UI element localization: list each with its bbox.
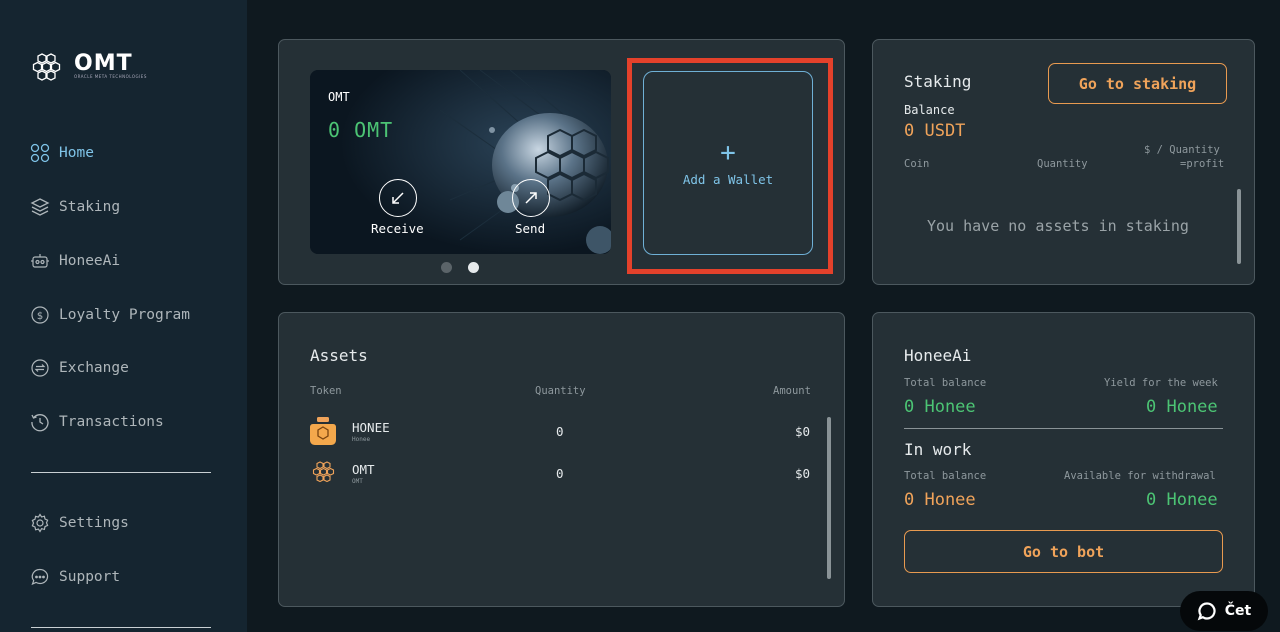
wallet-balance: 0 OMT (328, 118, 394, 142)
add-wallet-label: Add a Wallet (682, 171, 774, 187)
sidebar-divider (31, 472, 211, 473)
withdrawal-value: 0 Honee (1146, 490, 1218, 510)
token-name: HONEE (352, 420, 390, 435)
sidebar-item-label: Transactions (59, 414, 164, 430)
assets-col-amount: Amount (773, 385, 811, 397)
sidebar-item-settings[interactable]: Settings (30, 513, 129, 533)
staking-empty-message: You have no assets in staking (927, 217, 1189, 235)
chat-bubble-icon (30, 567, 50, 587)
robot-icon (30, 251, 50, 271)
assets-col-quantity: Quantity (535, 385, 586, 397)
exchange-icon (30, 358, 50, 378)
omt-hex-logo-icon (32, 53, 61, 81)
token-amount: $0 (795, 424, 811, 439)
omt-hex-icon (312, 461, 335, 483)
token-sub: Honee (352, 436, 371, 443)
plus-icon: + (720, 137, 736, 168)
assets-title: Assets (310, 346, 368, 365)
sidebar-item-support[interactable]: Support (30, 567, 120, 587)
staking-title: Staking (904, 72, 972, 91)
carousel-dot-1[interactable] (441, 262, 452, 273)
staking-col-profit-line1: $ / Quantity (1144, 144, 1220, 156)
logo-subtitle: ORACLE META TECHNOLOGIES (74, 74, 147, 79)
token-amount: $0 (795, 466, 811, 481)
svg-text:$: $ (37, 311, 43, 322)
assets-col-token: Token (310, 385, 342, 397)
honeeai-yield-value: 0 Honee (1146, 397, 1218, 417)
gear-icon (30, 513, 50, 533)
honeeai-total-balance-label: Total balance (904, 377, 987, 389)
chat-bubble-icon (1197, 602, 1216, 621)
token-quantity: 0 (556, 466, 564, 481)
sidebar: OMT ORACLE META TECHNOLOGIES Home Stakin… (0, 0, 247, 632)
work-total-balance-label: Total balance (904, 470, 987, 482)
honeeai-divider (904, 428, 1223, 429)
go-to-staking-button[interactable]: Go to staking (1048, 63, 1227, 104)
sidebar-item-label: Home (59, 145, 94, 161)
assets-scrollbar[interactable] (827, 417, 831, 579)
sidebar-item-label: Settings (59, 515, 129, 531)
sidebar-item-label: Exchange (59, 360, 129, 376)
send-label[interactable]: Send (515, 221, 545, 236)
work-total-balance: 0 Honee (904, 490, 976, 510)
sidebar-item-label: Loyalty Program (59, 307, 190, 323)
staking-scrollbar[interactable] (1237, 189, 1241, 264)
token-sub: OMT (352, 478, 363, 485)
receive-label[interactable]: Receive (371, 221, 424, 236)
sidebar-item-exchange[interactable]: Exchange (30, 358, 129, 378)
omt-logo[interactable]: OMT ORACLE META TECHNOLOGIES (30, 50, 147, 84)
sidebar-item-home[interactable]: Home (30, 143, 94, 163)
go-to-bot-button[interactable]: Go to bot (904, 530, 1223, 573)
carousel-dot-2[interactable] (468, 262, 479, 273)
honeeai-yield-label: Yield for the week (1104, 377, 1218, 389)
token-name: OMT (352, 462, 375, 477)
honee-jar-icon (310, 417, 336, 445)
home-grid-icon (30, 143, 50, 163)
sidebar-divider-bottom (31, 627, 211, 628)
staking-col-quantity: Quantity (1037, 158, 1088, 170)
sidebar-item-label: HoneeAi (59, 253, 121, 269)
token-quantity: 0 (556, 424, 564, 439)
staking-col-coin: Coin (904, 158, 930, 170)
dollar-coin-icon: $ (30, 305, 50, 325)
honeeai-total-balance: 0 Honee (904, 397, 976, 417)
staking-balance-value: 0 USDT (904, 121, 966, 141)
wallet-card[interactable]: OMT 0 OMT Receive Send (310, 70, 611, 254)
logo-text: OMT (74, 51, 133, 76)
receive-button[interactable] (379, 179, 417, 217)
sidebar-item-staking[interactable]: Staking (30, 197, 120, 217)
sidebar-item-transactions[interactable]: Transactions (30, 412, 164, 432)
layers-icon (30, 197, 50, 217)
sidebar-item-label: Staking (59, 199, 121, 215)
add-wallet-button[interactable]: + Add a Wallet (643, 71, 813, 255)
sidebar-item-loyalty-program[interactable]: $ Loyalty Program (30, 305, 190, 325)
asteroid-hexagon-artwork (310, 70, 611, 254)
chat-label: Čet (1224, 603, 1252, 619)
staking-balance-label: Balance (904, 103, 955, 117)
wallet-card-title: OMT (328, 90, 350, 104)
in-work-title: In work (904, 440, 972, 459)
arrow-down-left-icon (392, 192, 404, 204)
withdrawal-label: Available for withdrawal (1064, 470, 1216, 482)
history-icon (30, 412, 50, 432)
arrow-up-right-icon (525, 192, 537, 204)
chat-widget-button[interactable]: Čet (1180, 591, 1268, 631)
honeeai-title: HoneeAi (904, 346, 972, 365)
staking-col-profit-line2: =profit (1180, 158, 1225, 170)
send-button[interactable] (512, 179, 550, 217)
sidebar-item-label: Support (59, 569, 121, 585)
sidebar-item-honeeai[interactable]: HoneeAi (30, 251, 120, 271)
